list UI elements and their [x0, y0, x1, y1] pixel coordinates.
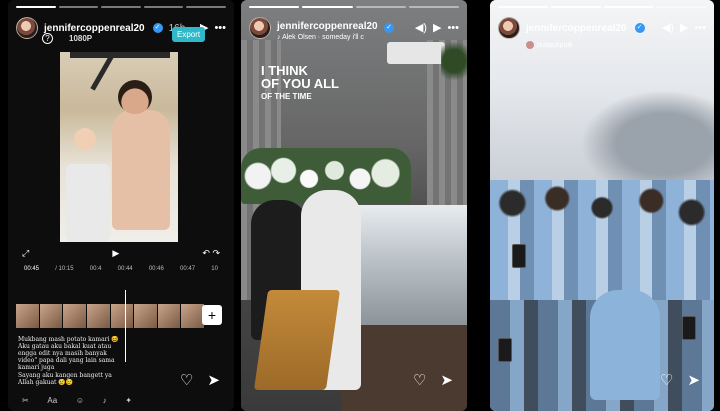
- tick-label: 00:44: [117, 266, 133, 272]
- audio-icon[interactable]: ♪: [103, 396, 107, 405]
- story-3[interactable]: jennifercoppenreal20 ✓ ◀) ▶ ••• putiputi…: [490, 0, 714, 411]
- mini-avatar: [526, 41, 534, 49]
- playhead[interactable]: [125, 290, 126, 362]
- verified-badge-icon: ✓: [384, 22, 395, 33]
- verified-badge-icon: ✓: [634, 23, 645, 33]
- phone: [498, 338, 512, 362]
- username[interactable]: jennifercoppenreal20: [526, 23, 627, 34]
- current-time: 00:45: [24, 266, 40, 272]
- sub-username[interactable]: putiputiputii: [537, 42, 572, 49]
- tick-label: 00:4: [89, 266, 102, 272]
- cloud: [580, 90, 714, 180]
- story-progress-bar: [498, 6, 706, 8]
- story-header: jennifercoppenreal20 ✓ ♪ Alek Olsen · so…: [249, 15, 459, 41]
- high-chair: [66, 164, 110, 242]
- story-caption-2: Sayang aku kangen bangett ya Allah gakua…: [18, 372, 112, 386]
- send-share-icon[interactable]: ➤: [207, 371, 220, 389]
- export-button[interactable]: Export: [172, 27, 206, 42]
- story-actions: ♡ ➤: [413, 371, 453, 389]
- add-clip-button[interactable]: +: [202, 305, 222, 325]
- story-actions: ♡ ➤: [660, 371, 700, 389]
- like-heart-icon[interactable]: ♡: [180, 371, 193, 389]
- reposted-from[interactable]: putiputiputii: [526, 41, 572, 49]
- baby: [70, 128, 98, 168]
- man: [108, 80, 170, 230]
- undo-redo-icon[interactable]: ↶ ↷: [202, 248, 220, 259]
- phone: [682, 316, 696, 340]
- avatar[interactable]: [16, 17, 38, 39]
- chair: [253, 290, 341, 390]
- text-icon[interactable]: Aa: [47, 396, 57, 405]
- video-preview: [60, 52, 178, 242]
- lyric-line: OF THE TIME: [261, 92, 312, 101]
- avatar[interactable]: [498, 17, 520, 39]
- volume-icon[interactable]: ◀): [415, 22, 427, 34]
- story-caption: Mukbang mash potato kamari 😆 Aku gatau a…: [18, 336, 119, 371]
- person-foreground: [590, 290, 660, 400]
- story-progress-bar: [16, 6, 226, 8]
- tick-label: 00:46: [148, 266, 164, 272]
- story-progress-bar: [249, 6, 459, 8]
- verified-badge-icon: ✓: [152, 23, 163, 33]
- music-attribution[interactable]: Alek Olsen · someday i'll c: [282, 34, 364, 41]
- editor-toolbar: ? 1080P: [42, 33, 92, 44]
- lyric-line: OF YOU ALL: [261, 76, 339, 91]
- casket: [345, 205, 467, 325]
- play-button-icon[interactable]: ▶: [112, 248, 119, 259]
- plant: [441, 36, 467, 86]
- fullscreen-icon[interactable]: ⤢: [22, 248, 29, 259]
- story-1[interactable]: jennifercoppenreal20 ✓ 16h ▶ ••• ? 1080P…: [8, 0, 234, 411]
- like-heart-icon[interactable]: ♡: [413, 371, 426, 389]
- tick-label: 10: [211, 266, 218, 272]
- resolution-label[interactable]: 1080P: [69, 34, 92, 43]
- more-options-icon[interactable]: •••: [447, 22, 459, 34]
- clip-filmstrip[interactable]: [16, 304, 204, 328]
- timeline-timecodes: 00:45 / 10:15 00:4 00:44 00:46 00:47 10: [24, 266, 218, 276]
- sticker-icon[interactable]: ☺: [76, 396, 84, 405]
- total-time: / 10:15: [55, 266, 74, 272]
- story-2[interactable]: jennifercoppenreal20 ✓ ♪ Alek Olsen · so…: [241, 0, 467, 411]
- cut-icon[interactable]: ✂: [22, 396, 29, 405]
- like-heart-icon[interactable]: ♡: [660, 371, 673, 389]
- player-controls: ⤢ ▶ ↶ ↷: [22, 246, 220, 260]
- more-options-icon[interactable]: •••: [214, 22, 226, 34]
- effects-icon[interactable]: ✦: [125, 396, 132, 405]
- username[interactable]: jennifercoppenreal20: [277, 21, 378, 32]
- story-header: jennifercoppenreal20 ✓ ◀) ▶ •••: [498, 15, 706, 41]
- tick-label: 00:47: [180, 266, 196, 272]
- phone: [512, 244, 526, 268]
- lyrics-sticker[interactable]: I THINK OF YOU ALL OF THE TIME: [261, 64, 339, 101]
- avatar[interactable]: [249, 17, 271, 39]
- send-share-icon[interactable]: ➤: [687, 371, 700, 389]
- story-actions: ♡ ➤: [180, 371, 220, 389]
- play-icon[interactable]: ▶: [680, 22, 688, 34]
- help-icon[interactable]: ?: [42, 33, 53, 44]
- send-share-icon[interactable]: ➤: [440, 371, 453, 389]
- editor-bottom-tools: ✂ Aa ☺ ♪ ✦: [22, 396, 132, 405]
- volume-icon[interactable]: ◀): [662, 22, 674, 34]
- more-options-icon[interactable]: •••: [694, 22, 706, 34]
- air-conditioner: [387, 42, 445, 64]
- play-icon[interactable]: ▶: [433, 22, 441, 34]
- username[interactable]: jennifercoppenreal20: [44, 23, 145, 34]
